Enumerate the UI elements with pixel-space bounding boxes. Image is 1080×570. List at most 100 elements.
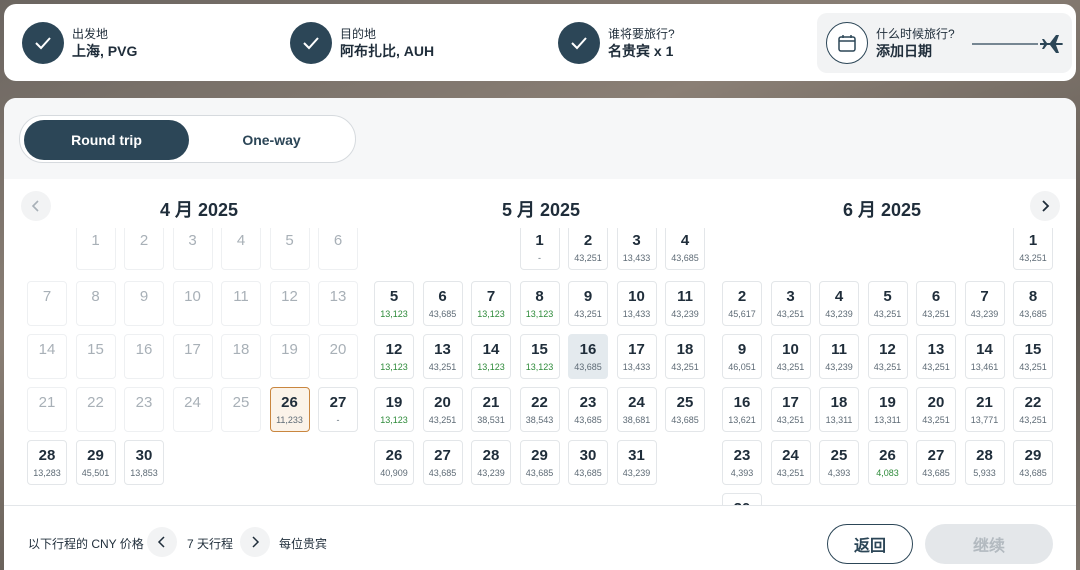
calendar-day-cell[interactable]: 29 45,501 <box>75 440 116 485</box>
day-number: 8 <box>91 288 100 305</box>
calendar-day-cell[interactable]: 23 4,393 <box>722 440 762 485</box>
step-value: 阿布扎比, AUH <box>340 43 435 59</box>
calendar-day-cell[interactable]: 11 43,239 <box>665 281 705 326</box>
day-number: 15 <box>1024 341 1042 358</box>
day-price: 43,251 <box>873 362 902 372</box>
day-price: 43,685 <box>428 309 457 319</box>
calendar-day-cell: 13 <box>318 281 358 326</box>
calendar-day-cell[interactable]: 9 46,051 <box>722 334 762 379</box>
next-month-button[interactable] <box>1030 191 1060 221</box>
calendar-day-cell[interactable]: 16 43,685 <box>568 334 608 379</box>
decrease-trip-length-button[interactable] <box>147 527 177 557</box>
calendar-day-cell[interactable]: 4 43,239 <box>819 281 859 326</box>
calendar-day-cell[interactable]: 15 13,123 <box>519 334 560 379</box>
calendar-day-cell[interactable]: 27 - <box>318 387 358 432</box>
calendar-day-cell[interactable]: 13 43,251 <box>422 334 463 379</box>
calendar-day-cell[interactable]: 24 38,681 <box>616 387 657 432</box>
calendar-day-cell[interactable]: 30 <box>722 493 762 505</box>
day-number: 4 <box>236 232 246 249</box>
day-price: 43,685 <box>671 253 699 263</box>
day-price: 13,771 <box>970 415 999 425</box>
calendar-day-cell[interactable]: 1 43,251 <box>1013 228 1053 270</box>
calendar-day-cell[interactable]: 5 13,123 <box>374 281 414 326</box>
calendar-day-cell[interactable]: 3 43,251 <box>770 281 811 326</box>
calendar-day-cell[interactable]: 23 43,685 <box>568 387 608 432</box>
day-number: 21 <box>38 394 56 411</box>
calendar-day-cell[interactable]: 1- <box>519 228 560 270</box>
calendar-day-cell[interactable]: 26 40,909 <box>374 440 414 485</box>
calendar-day-cell[interactable]: 19 13,311 <box>867 387 908 432</box>
calendar-day-cell[interactable]: 22 43,251 <box>1013 387 1053 432</box>
calendar-day-cell[interactable]: 28 5,933 <box>964 440 1005 485</box>
calendar-day-cell[interactable]: 30 13,853 <box>124 440 164 485</box>
calendar-day-cell[interactable]: 26 11,233 <box>269 387 310 432</box>
calendar-day-cell[interactable]: 30 43,685 <box>568 440 608 485</box>
calendar-day-cell[interactable]: 20 43,251 <box>422 387 463 432</box>
calendar-day-cell[interactable]: 3 13,433 <box>616 228 657 270</box>
calendar-day-cell[interactable]: 9 43,251 <box>568 281 608 326</box>
step-dates[interactable]: 什么时候旅行? 添加日期 <box>817 13 1072 73</box>
day-price: 43,239 <box>825 309 853 319</box>
calendar-day-cell[interactable]: 27 43,685 <box>916 440 956 485</box>
calendar-day-cell[interactable]: 6 43,685 <box>422 281 463 326</box>
calendar-day-cell[interactable]: 28 13,283 <box>27 440 67 485</box>
round-trip-button[interactable]: Round trip <box>24 120 189 160</box>
day-number: 27 <box>927 447 945 464</box>
calendar-day-cell[interactable]: 29 43,685 <box>1013 440 1053 485</box>
day-number: 11 <box>233 288 249 305</box>
day-number: 4 <box>680 232 690 249</box>
prev-month-button[interactable] <box>21 191 51 221</box>
calendar-day-cell[interactable]: 21 38,531 <box>471 387 511 432</box>
calendar-day-cell[interactable]: 17 13,433 <box>616 334 657 379</box>
calendar-day-cell[interactable]: 11 43,239 <box>819 334 859 379</box>
calendar-day-cell[interactable]: 7 13,123 <box>471 281 511 326</box>
day-number: 20 <box>329 341 347 358</box>
calendar-day-cell[interactable]: 17 43,251 <box>770 387 811 432</box>
trip-type-toggle: Round trip One-way <box>19 115 356 163</box>
calendar-day-cell[interactable]: 7 43,239 <box>964 281 1005 326</box>
calendar-day-cell[interactable]: 8 43,685 <box>1013 281 1053 326</box>
step-destination[interactable]: 目的地 阿布扎比, AUH <box>290 22 434 64</box>
calendar-day-cell[interactable]: 13 43,251 <box>916 334 956 379</box>
step-value: 上海, PVG <box>72 43 138 59</box>
calendar-day-cell[interactable]: 25 4,393 <box>819 440 859 485</box>
calendar-day-cell[interactable]: 12 13,123 <box>374 334 414 379</box>
calendar-day-cell[interactable]: 20 43,251 <box>916 387 956 432</box>
calendar-day-cell[interactable]: 6 43,251 <box>916 281 956 326</box>
calendar-day-cell[interactable]: 5 43,251 <box>867 281 908 326</box>
increase-trip-length-button[interactable] <box>240 527 270 557</box>
calendar-day-cell[interactable]: 16 13,621 <box>722 387 762 432</box>
calendar-day-cell[interactable]: 18 43,251 <box>665 334 705 379</box>
calendar-day-cell[interactable]: 10 43,251 <box>770 334 811 379</box>
calendar-day-cell[interactable]: 2 43,251 <box>568 228 608 270</box>
day-number: 2 <box>737 288 747 305</box>
day-number: 26 <box>879 447 896 464</box>
calendar-day-cell[interactable]: 29 43,685 <box>519 440 560 485</box>
calendar-day-cell[interactable]: 27 43,685 <box>422 440 463 485</box>
calendar-day-cell[interactable]: 14 13,461 <box>964 334 1005 379</box>
calendar-day-cell[interactable]: 25 43,685 <box>665 387 705 432</box>
step-travelers[interactable]: 谁将要旅行? 名贵宾 x 1 <box>558 22 675 64</box>
calendar-day-cell[interactable]: 12 43,251 <box>867 334 908 379</box>
calendar-day-cell[interactable]: 15 43,251 <box>1013 334 1053 379</box>
calendar-day-cell[interactable]: 8 13,123 <box>519 281 560 326</box>
calendar-day-cell[interactable]: 26 4,083 <box>867 440 908 485</box>
calendar-day-cell[interactable]: 19 13,123 <box>374 387 414 432</box>
calendar-day-cell[interactable]: 24 43,251 <box>770 440 811 485</box>
continue-button[interactable]: 继续 <box>925 524 1053 564</box>
calendar-day-cell[interactable]: 21 13,771 <box>964 387 1005 432</box>
calendar-day-cell[interactable]: 10 13,433 <box>616 281 657 326</box>
step-origin[interactable]: 出发地 上海, PVG <box>22 22 137 64</box>
calendar-day-cell[interactable]: 22 38,543 <box>519 387 560 432</box>
calendar-day-cell[interactable]: 14 13,123 <box>471 334 511 379</box>
calendar-day-cell[interactable]: 31 43,239 <box>616 440 657 485</box>
calendar-day-cell[interactable]: 18 13,311 <box>819 387 859 432</box>
back-button[interactable]: 返回 <box>827 524 913 564</box>
day-number: 29 <box>1024 447 1042 464</box>
calendar-day-cell[interactable]: 2 45,617 <box>722 281 762 326</box>
one-way-button[interactable]: One-way <box>189 120 354 160</box>
day-price: 43,685 <box>574 362 602 372</box>
calendar-day-cell[interactable]: 4 43,685 <box>665 228 705 270</box>
calendar-day-cell[interactable]: 28 43,239 <box>471 440 511 485</box>
day-number: 12 <box>879 341 896 358</box>
